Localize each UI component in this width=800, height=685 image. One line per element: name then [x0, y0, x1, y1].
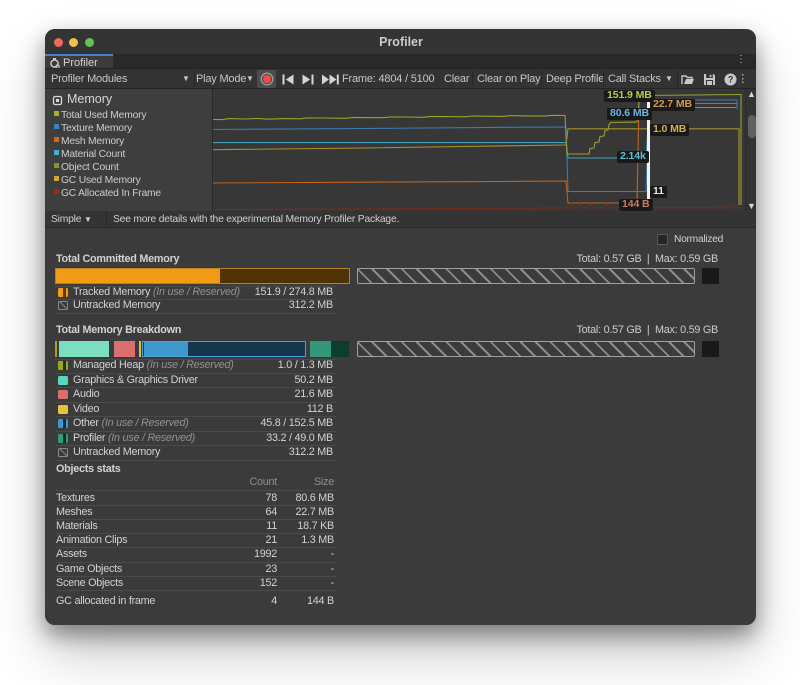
svg-text:?: ?: [728, 75, 733, 85]
